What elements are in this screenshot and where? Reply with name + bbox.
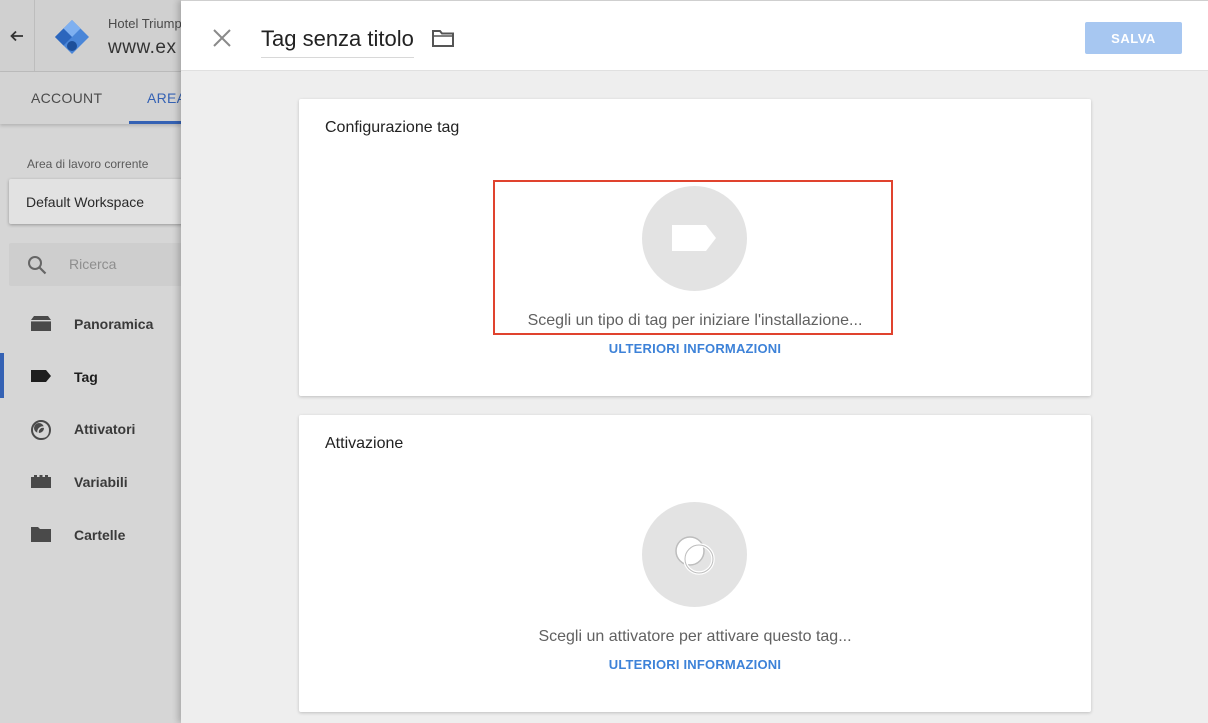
sidebar-item-label: Panoramica xyxy=(74,316,154,332)
sidebar-item-folders[interactable]: Cartelle xyxy=(0,511,181,559)
account-name: Hotel Triump xyxy=(108,16,181,31)
workspace-value: Default Workspace xyxy=(26,194,145,210)
choose-trigger-button[interactable] xyxy=(642,502,747,607)
search-icon xyxy=(28,256,47,275)
trigger-prompt[interactable]: Scegli un attivatore per attivare questo… xyxy=(299,628,1091,646)
sidebar-item-triggers[interactable]: Attivatori xyxy=(0,405,181,453)
learn-more-link[interactable]: ULTERIORI INFORMAZIONI xyxy=(299,657,1091,672)
tag-name-field[interactable]: Tag senza titolo xyxy=(261,26,414,58)
sidebar-tabs: ACCOUNT AREA xyxy=(0,72,181,124)
card-title: Configurazione tag xyxy=(325,119,460,136)
tag-icon xyxy=(31,370,51,382)
search-input[interactable] xyxy=(69,254,179,274)
close-icon[interactable] xyxy=(211,27,233,49)
search-box[interactable] xyxy=(9,243,181,286)
variables-icon xyxy=(31,475,51,488)
editor-header: Tag senza titolo SALVA xyxy=(181,0,1208,71)
sidebar-item-label: Tag xyxy=(74,369,98,385)
sidebar-item-label: Cartelle xyxy=(74,527,126,543)
tag-icon xyxy=(672,225,716,251)
tag-type-prompt[interactable]: Scegli un tipo di tag per iniziare l'ins… xyxy=(299,312,1091,330)
sidebar-item-overview[interactable]: Panoramica xyxy=(0,300,181,348)
choose-tag-type-button[interactable] xyxy=(642,186,747,291)
sidebar-item-tag[interactable]: Tag xyxy=(0,353,181,401)
tab-account[interactable]: ACCOUNT xyxy=(31,90,102,106)
folder-icon[interactable] xyxy=(431,28,455,48)
tag-configuration-card: Configurazione tag Scegli un tipo di tag… xyxy=(299,99,1091,396)
tab-workspace[interactable]: AREA xyxy=(147,90,181,106)
folder-icon xyxy=(31,527,51,542)
gtm-logo-icon xyxy=(55,20,89,54)
trigger-icon xyxy=(31,420,51,440)
card-title: Attivazione xyxy=(325,435,404,452)
back-button[interactable] xyxy=(0,0,35,71)
sidebar: Hotel Triump www.ex ACCOUNT AREA Area di… xyxy=(0,0,181,723)
trigger-icon xyxy=(675,536,715,575)
overview-icon xyxy=(31,316,51,331)
container-name[interactable]: www.ex xyxy=(108,37,176,59)
arrow-left-icon xyxy=(10,30,23,42)
sidebar-item-variables[interactable]: Variabili xyxy=(0,458,181,506)
workspace-label: Area di lavoro corrente xyxy=(27,157,149,171)
tag-editor-panel: Tag senza titolo SALVA Configurazione ta… xyxy=(181,0,1208,723)
sidebar-item-label: Attivatori xyxy=(74,421,136,437)
active-tab-indicator xyxy=(129,121,181,124)
container-header: Hotel Triump www.ex xyxy=(0,0,181,72)
sidebar-item-label: Variabili xyxy=(74,474,128,490)
workspace-selector[interactable]: Default Workspace xyxy=(9,179,181,224)
save-button[interactable]: SALVA xyxy=(1085,22,1182,54)
learn-more-link[interactable]: ULTERIORI INFORMAZIONI xyxy=(299,341,1091,356)
triggering-card: Attivazione Scegli un attivatore per att… xyxy=(299,415,1091,712)
